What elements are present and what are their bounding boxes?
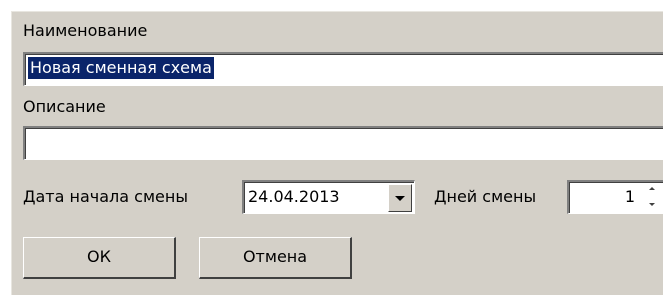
shift-start-date-value: 24.04.2013 — [248, 187, 340, 206]
date-dropdown-button[interactable] — [388, 184, 412, 212]
shift-scheme-dialog: Наименование Новая сменная схема Описани… — [10, 10, 663, 295]
name-label: Наименование — [23, 21, 148, 40]
shift-start-date-picker[interactable]: 24.04.2013 — [242, 180, 415, 214]
description-label: Описание — [23, 97, 106, 116]
arrow-up-icon[interactable] — [639, 182, 663, 197]
ok-button[interactable]: ОК — [23, 237, 176, 279]
spinner-buttons — [639, 182, 663, 212]
shift-start-date-label: Дата начала смены — [23, 187, 188, 206]
description-input[interactable] — [23, 126, 663, 160]
chevron-down-icon — [395, 196, 405, 201]
cancel-button[interactable]: Отмена — [199, 237, 352, 279]
shift-days-value: 1 — [624, 187, 635, 206]
shift-days-label: Дней смены — [434, 187, 537, 206]
name-input[interactable]: Новая сменная схема — [23, 52, 663, 86]
arrow-down-icon[interactable] — [639, 197, 663, 212]
shift-days-spinner[interactable]: 1 — [567, 180, 663, 214]
name-input-value: Новая сменная схема — [28, 57, 214, 79]
